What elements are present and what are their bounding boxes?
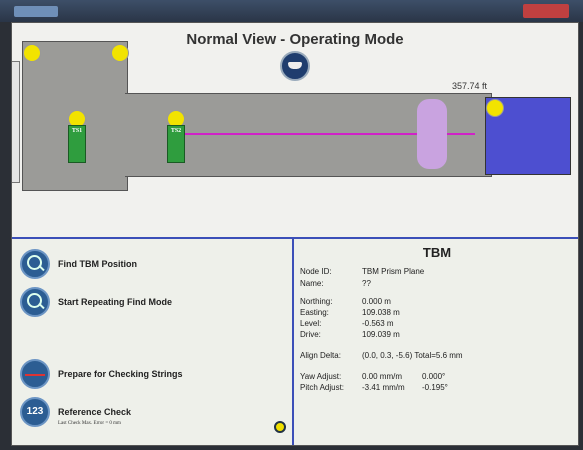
tbm-title: TBM — [422, 245, 452, 260]
total-station-1[interactable]: TS1 — [68, 125, 86, 163]
drive-value: 109.039 m — [362, 330, 400, 339]
align-delta-label: Align Delta: — [300, 351, 341, 360]
station-label: TS2 — [170, 128, 182, 134]
pitch-adjust-label: Pitch Adjust: — [300, 383, 345, 392]
distance-label: 357.74 ft — [452, 81, 488, 91]
name-label: Name: — [300, 279, 324, 288]
marker-dot[interactable] — [23, 44, 41, 62]
northing-value: 0.000 m — [362, 297, 391, 306]
check-strings-icon — [20, 359, 50, 389]
marker-dot[interactable] — [111, 44, 129, 62]
magnifier-icon — [20, 287, 50, 317]
action-label: Start Repeating Find Mode — [58, 297, 173, 307]
node-id-label: Node ID: — [300, 267, 332, 276]
yaw-adjust-label: Yaw Adjust: — [300, 372, 342, 381]
node-id-value: TBM Prism Plane — [362, 267, 425, 276]
station-label: TS1 — [71, 128, 83, 134]
pitch-adjust-degrees: -0.195° — [422, 383, 448, 392]
action-label: Find TBM Position — [58, 259, 137, 269]
level-value: -0.563 m — [362, 319, 394, 328]
yaw-adjust-value: 0.00 mm/m — [362, 372, 403, 381]
view-mode-icon[interactable] — [280, 51, 310, 81]
level-label: Level: — [300, 319, 322, 328]
reference-check-subtitle: Last Check Max. Error = 0 mm — [58, 421, 121, 426]
align-delta-value: (0.0, 0.3, -5.6) Total=5.6 mm — [362, 351, 463, 360]
easting-value: 109.038 m — [362, 308, 400, 317]
app-title-tab[interactable] — [14, 6, 58, 17]
name-value: ?? — [362, 279, 371, 288]
window-title-bar — [0, 0, 583, 22]
side-tab[interactable] — [12, 61, 20, 183]
tbm-info-panel: TBM Node ID: TBM Prism Plane Name: ?? No… — [292, 239, 578, 445]
reference-check-icon: 123 — [20, 397, 50, 427]
northing-label: Northing: — [300, 297, 333, 306]
start-repeating-find-button[interactable]: Start Repeating Find Mode — [20, 287, 172, 317]
tbm-shadow — [417, 99, 447, 169]
pitch-adjust-value: -3.41 mm/m — [362, 383, 405, 392]
prepare-checking-strings-button[interactable]: Prepare for Checking Strings — [20, 359, 183, 389]
actions-panel: Find TBM Position Start Repeating Find M… — [12, 239, 292, 445]
easting-label: Easting: — [300, 308, 329, 317]
total-station-2[interactable]: TS2 — [167, 125, 185, 163]
window-controls[interactable] — [523, 4, 569, 18]
find-tbm-position-button[interactable]: Find TBM Position — [20, 249, 137, 279]
settings-icon[interactable] — [274, 421, 286, 433]
yaw-adjust-degrees: 0.000° — [422, 372, 446, 381]
action-label: Prepare for Checking Strings — [58, 369, 183, 379]
marker-dot[interactable] — [486, 99, 504, 117]
magnifier-icon — [20, 249, 50, 279]
drive-label: Drive: — [300, 330, 321, 339]
view-panel: Normal View - Operating Mode TS1 TS2 357… — [12, 23, 578, 239]
main-window: Normal View - Operating Mode TS1 TS2 357… — [11, 22, 579, 446]
action-label: Reference Check — [58, 407, 132, 417]
